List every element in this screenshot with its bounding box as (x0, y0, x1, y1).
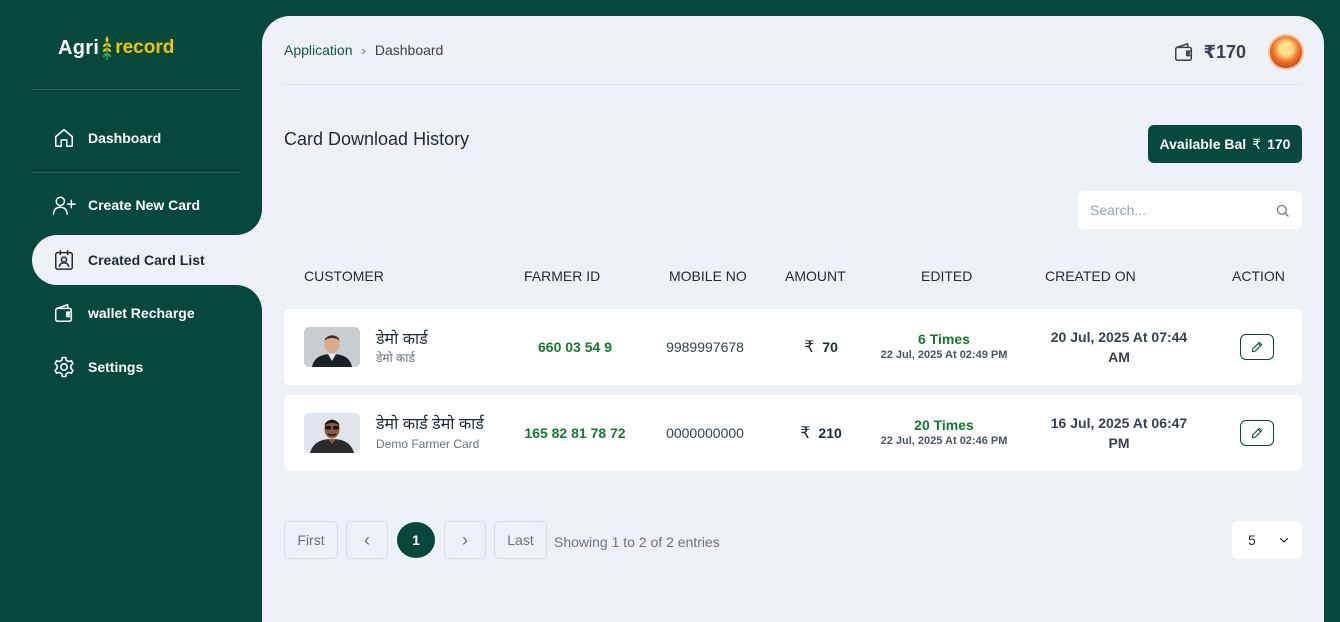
pagination-info: Showing 1 to 2 of 2 entries (554, 534, 720, 550)
sidebar-divider (32, 89, 241, 90)
created-on-cell: 16 Jul, 2025 At 06:47 PM (1040, 395, 1198, 471)
active-item-curve (212, 185, 262, 235)
search-icon[interactable] (1275, 203, 1290, 218)
customer-name: डेमो कार्ड (376, 331, 428, 348)
sidebar-divider (32, 172, 241, 173)
amount-value: 210 (818, 425, 842, 441)
wallet-icon (52, 301, 76, 325)
amount-cell: ₹ 70 (791, 309, 851, 385)
column-header-customer: CUSTOMER (304, 268, 384, 284)
brand-name-part1: Agri (58, 36, 100, 59)
brand-logo[interactable]: Agri record (58, 34, 174, 62)
edit-button[interactable] (1240, 420, 1274, 446)
topbar-right: ₹170 (1173, 36, 1302, 68)
table-row: डेमो कार्ड डेमो कार्ड Demo Farmer Card 1… (284, 395, 1302, 471)
customer-subtitle: डेमो कार्ड (376, 351, 415, 365)
header-divider (284, 84, 1302, 85)
table-header: CUSTOMER FARMER ID MOBILE NO AMOUNT EDIT… (284, 268, 1302, 284)
sidebar-item-label: Dashboard (88, 130, 162, 146)
gear-icon (52, 355, 76, 379)
wallet-balance: ₹170 (1203, 41, 1246, 62)
chevron-down-icon (1279, 537, 1289, 543)
edited-date: 22 Jul, 2025 At 02:49 PM (880, 349, 1008, 361)
pencil-icon (1251, 341, 1263, 353)
avatar[interactable] (1270, 36, 1302, 68)
farmer-id: 165 82 81 78 72 (524, 425, 626, 441)
pagination-last-button[interactable]: Last (494, 521, 547, 559)
page-size-value: 5 (1248, 532, 1256, 548)
edited-cell: 6 Times 22 Jul, 2025 At 02:49 PM (876, 309, 1012, 385)
wheat-logo-icon (103, 36, 112, 60)
mobile-number: 0000000000 (666, 425, 744, 441)
balance-label: Available Bal (1159, 136, 1247, 152)
sidebar-item-label: Settings (88, 359, 144, 375)
main-panel: Application › Dashboard ₹170 Card Downlo… (262, 16, 1324, 622)
edited-cell: 20 Times 22 Jul, 2025 At 02:46 PM (876, 395, 1012, 471)
mobile-number: 9989997678 (666, 339, 744, 355)
farmer-id-cell: 660 03 54 9 (508, 309, 642, 385)
edit-button[interactable] (1240, 334, 1274, 360)
column-header-farmer-id: FARMER ID (524, 268, 601, 284)
created-on: 20 Jul, 2025 At 07:44 AM (1050, 329, 1188, 365)
column-header-amount: AMOUNT (785, 268, 846, 284)
created-on-cell: 20 Jul, 2025 At 07:44 AM (1040, 309, 1198, 385)
farmer-id-cell: 165 82 81 78 72 (508, 395, 642, 471)
sidebar-item-created-card-list[interactable]: Created Card List (32, 235, 262, 285)
amount-value: 70 (822, 339, 838, 355)
sidebar-item-label: wallet Recharge (88, 305, 195, 321)
sidebar: Agri record Dashboard Create New Card Cr… (0, 0, 262, 622)
column-header-action: ACTION (1232, 268, 1285, 284)
sidebar-item-label: Create New Card (88, 197, 201, 213)
available-balance-button[interactable]: Available Bal ₹ 170 (1148, 125, 1302, 163)
customer-photo (304, 327, 360, 367)
edited-count: 6 Times (918, 331, 970, 347)
column-header-mobile-no: MOBILE NO (669, 268, 747, 284)
pagination-first-button[interactable]: First (284, 521, 338, 559)
brand-name-part2: record (115, 37, 175, 58)
search-box (1078, 191, 1302, 229)
pagination-page-1[interactable]: 1 (397, 522, 435, 558)
id-card-icon (52, 248, 76, 272)
home-icon (52, 126, 76, 150)
page-size-select[interactable]: 5 (1232, 521, 1302, 559)
user-plus-icon (52, 193, 76, 217)
customer-name: डेमो कार्ड डेमो कार्ड (376, 416, 484, 433)
rupee-icon: ₹ (1252, 135, 1262, 152)
wallet-icon[interactable] (1173, 41, 1195, 63)
page-title: Card Download History (284, 129, 470, 149)
sidebar-item-label: Created Card List (88, 252, 205, 268)
sidebar-item-dashboard[interactable]: Dashboard (32, 113, 262, 163)
rupee-icon: ₹ (804, 339, 815, 356)
breadcrumb-application[interactable]: Application (284, 42, 353, 58)
breadcrumb: Application › Dashboard (284, 42, 443, 58)
farmer-id: 660 03 54 9 (538, 339, 612, 355)
mobile-cell: 0000000000 (650, 395, 760, 471)
rupee-icon: ₹ (800, 425, 811, 442)
edited-date: 22 Jul, 2025 At 02:46 PM (880, 435, 1008, 447)
customer-photo (304, 413, 360, 453)
created-on: 16 Jul, 2025 At 06:47 PM (1050, 415, 1188, 451)
search-input[interactable] (1090, 202, 1275, 218)
breadcrumb-dashboard: Dashboard (374, 42, 444, 58)
customer-subtitle: Demo Farmer Card (376, 437, 480, 451)
sidebar-item-wallet-recharge[interactable]: wallet Recharge (32, 288, 262, 338)
pagination-prev-button[interactable]: ‹ (346, 521, 388, 559)
column-header-created-on: CREATED ON (1045, 268, 1136, 284)
sidebar-item-settings[interactable]: Settings (32, 342, 262, 392)
chevron-right-icon: › (361, 42, 366, 58)
pencil-icon (1251, 427, 1263, 439)
mobile-cell: 9989997678 (650, 309, 760, 385)
pagination-next-button[interactable]: › (444, 521, 486, 559)
amount-cell: ₹ 210 (791, 395, 851, 471)
column-header-edited: EDITED (921, 268, 973, 284)
edited-count: 20 Times (914, 417, 974, 433)
balance-value: 170 (1267, 136, 1291, 152)
table-row: डेमो कार्ड डेमो कार्ड 660 03 54 9 998999… (284, 309, 1302, 385)
